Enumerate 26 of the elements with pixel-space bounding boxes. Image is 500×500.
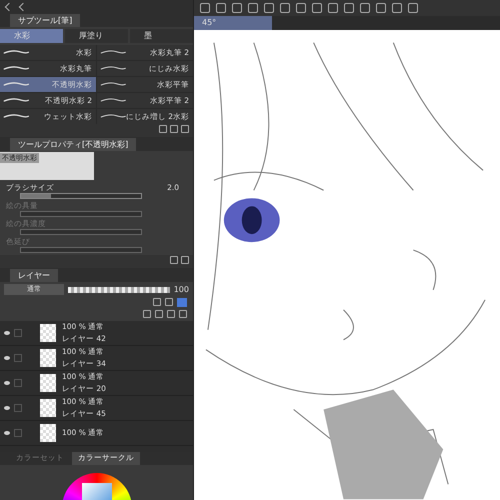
subtool-tab[interactable]: サブツール[筆]	[10, 14, 80, 27]
layer-thumbnail	[40, 399, 56, 417]
opacity-slider[interactable]	[68, 286, 170, 292]
layer-tab[interactable]: レイヤー	[10, 269, 58, 282]
layer-color-icon[interactable]	[177, 298, 187, 307]
layer-checkbox[interactable]	[14, 354, 22, 362]
property-slider[interactable]	[20, 193, 142, 199]
eye-drawing	[224, 198, 280, 242]
eye-icon[interactable]	[4, 356, 10, 360]
tool-property-tab[interactable]: ツールプロパティ[不透明水彩]	[10, 138, 136, 151]
layer-checkbox[interactable]	[14, 429, 22, 437]
layer-thumbnail	[40, 424, 56, 442]
canvas-tab[interactable]: 45°	[194, 16, 272, 30]
brush-group-tab[interactable]: 厚塗り	[65, 29, 128, 43]
layer-thumbnail	[40, 324, 56, 342]
eye-icon[interactable]	[4, 381, 10, 385]
eye-icon[interactable]	[4, 431, 10, 435]
layer-checkbox[interactable]	[14, 404, 22, 412]
opacity-value[interactable]: 100	[174, 285, 189, 294]
eye-icon[interactable]	[4, 406, 10, 410]
brush-group-tab[interactable]: 墨	[130, 29, 193, 43]
layer-checkbox[interactable]	[14, 379, 22, 387]
layer-checkbox[interactable]	[14, 329, 22, 337]
layer-thumbnail	[40, 374, 56, 392]
eye-icon[interactable]	[4, 331, 10, 335]
layer-thumbnail	[40, 349, 56, 367]
